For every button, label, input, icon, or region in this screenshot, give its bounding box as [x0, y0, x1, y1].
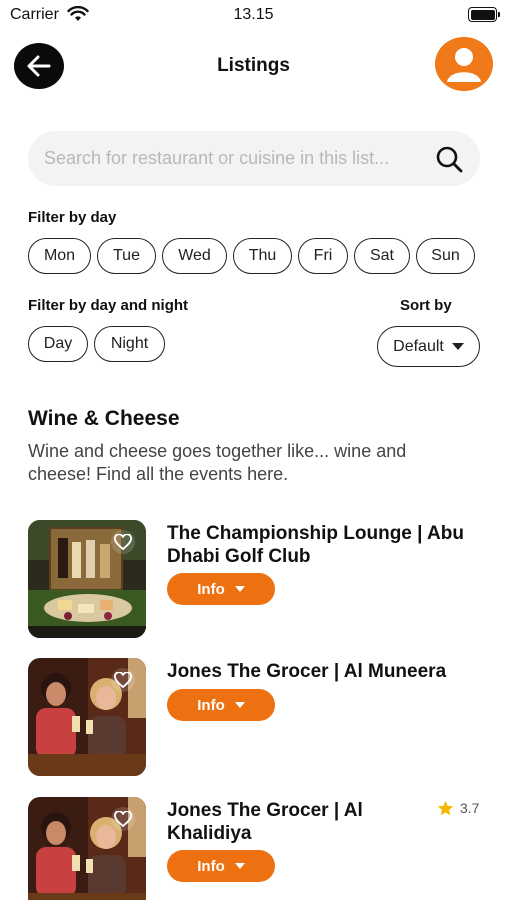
favorite-heart-icon[interactable]	[111, 807, 135, 831]
listing-title[interactable]: The Championship Lounge | Abu Dhabi Golf…	[167, 522, 477, 568]
favorite-heart-icon[interactable]	[111, 668, 135, 692]
chip-day[interactable]: Day	[28, 326, 88, 362]
chevron-down-icon	[234, 702, 245, 708]
sort-value: Default	[393, 337, 444, 355]
status-bar: Carrier 13.15	[0, 0, 507, 30]
filter-daynight-label: Filter by day and night	[28, 297, 189, 314]
info-button-label: Info	[197, 696, 225, 714]
rating: 3.7	[437, 800, 479, 816]
listing-item[interactable]: The Championship Lounge | Abu Dhabi Golf…	[0, 520, 507, 640]
user-icon	[447, 48, 481, 82]
sort-dropdown[interactable]: Default	[377, 326, 480, 367]
listing-title[interactable]: Jones The Grocer | Al Khalidiya	[167, 799, 407, 845]
info-button-label: Info	[197, 857, 225, 875]
star-icon	[437, 800, 454, 816]
day-chip-fri[interactable]: Fri	[298, 238, 348, 274]
info-button[interactable]: Info	[167, 850, 275, 882]
info-button[interactable]: Info	[167, 689, 275, 721]
clock: 13.15	[233, 6, 274, 23]
category-description: Wine and cheese goes together like... wi…	[28, 441, 407, 484]
chip-night[interactable]: Night	[94, 326, 165, 362]
listing-item[interactable]: Jones The Grocer | Al Khalidiya 3.7 Info	[0, 797, 507, 900]
page-title: Listings	[217, 55, 290, 76]
listing-item[interactable]: Jones The Grocer | Al Muneera Info	[0, 658, 507, 778]
day-chip-tue[interactable]: Tue	[97, 238, 156, 274]
day-chip-mon[interactable]: Mon	[28, 238, 91, 274]
listing-title[interactable]: Jones The Grocer | Al Muneera	[167, 660, 477, 683]
sort-label: Sort by	[400, 297, 452, 314]
favorite-heart-icon[interactable]	[111, 530, 135, 554]
search-bar	[28, 131, 480, 186]
day-chip-sat[interactable]: Sat	[354, 238, 410, 274]
day-chip-thu[interactable]: Thu	[233, 238, 292, 274]
info-button[interactable]: Info	[167, 573, 275, 605]
profile-button[interactable]	[435, 37, 493, 91]
filter-day-label: Filter by day	[28, 209, 117, 226]
chevron-down-icon	[234, 586, 245, 592]
day-chip-wed[interactable]: Wed	[162, 238, 227, 274]
chevron-down-icon	[234, 863, 245, 869]
chevron-down-icon	[451, 343, 464, 350]
battery-icon	[468, 7, 500, 22]
search-icon[interactable]	[434, 144, 464, 174]
info-button-label: Info	[197, 580, 225, 598]
category-title: Wine & Cheese	[28, 407, 180, 430]
search-input[interactable]	[44, 148, 434, 169]
rating-value: 3.7	[460, 800, 480, 816]
day-chip-sun[interactable]: Sun	[416, 238, 475, 274]
